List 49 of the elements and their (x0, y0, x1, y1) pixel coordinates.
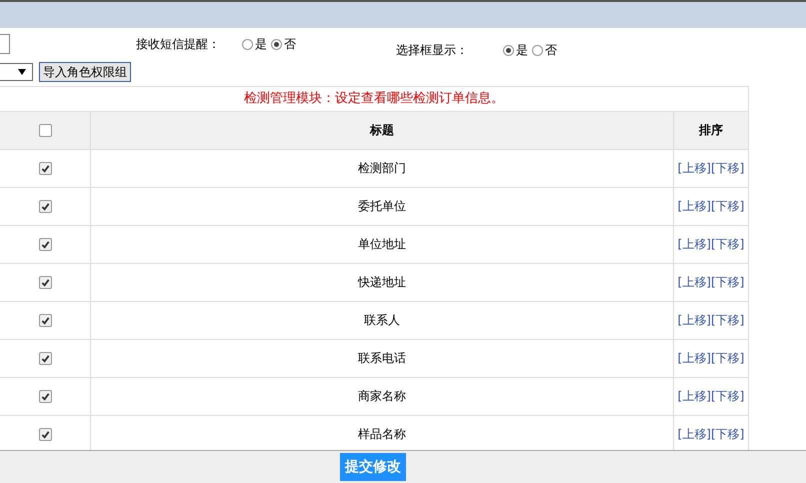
move-down-link[interactable]: [下移] (711, 350, 744, 367)
column-header: 标题 (370, 122, 394, 139)
row-checkbox[interactable] (38, 428, 52, 441)
import-button[interactable]: 导入角色权限组 (39, 62, 131, 82)
table-cell: 快递地址 (358, 274, 406, 291)
table-cell: 检测部门 (358, 160, 406, 177)
column-header: 排序 (699, 122, 723, 139)
move-down-link[interactable]: [下移] (711, 426, 744, 443)
table-cell: 样品名称 (358, 426, 406, 443)
setting-label: 选择框显示： (396, 42, 469, 58)
radio-label: 是 (255, 36, 267, 52)
move-up-link[interactable]: [上移] (678, 312, 711, 329)
move-down-link[interactable]: [下移] (711, 236, 744, 253)
move-down-link[interactable]: [下移] (711, 160, 744, 177)
table-cell: 联系电话 (358, 350, 406, 367)
move-up-link[interactable]: [上移] (678, 274, 711, 291)
dropdown[interactable] (0, 63, 33, 81)
setting-label: 接收短信提醒： (136, 36, 221, 52)
move-down-link[interactable]: [下移] (711, 198, 744, 215)
move-down-link[interactable]: [下移] (711, 388, 744, 405)
move-up-link[interactable]: [上移] (678, 388, 711, 405)
table-cell: 委托单位 (358, 198, 406, 215)
move-up-link[interactable]: [上移] (678, 236, 711, 253)
caret-icon (18, 69, 26, 75)
move-up-link[interactable]: [上移] (678, 160, 711, 177)
radio-label: 否 (545, 42, 557, 58)
radio-label: 否 (284, 36, 296, 52)
move-down-link[interactable]: [下移] (711, 312, 744, 329)
row-checkbox[interactable] (38, 238, 52, 251)
radio-button[interactable] (503, 44, 514, 56)
row-checkbox[interactable] (38, 200, 52, 213)
move-down-link[interactable]: [下移] (711, 274, 744, 291)
table-cell: 联系人 (364, 312, 400, 329)
table-cell: 单位地址 (358, 236, 406, 253)
radio-button[interactable] (271, 38, 282, 50)
row-checkbox[interactable] (38, 162, 52, 175)
move-up-link[interactable]: [上移] (678, 198, 711, 215)
row-checkbox[interactable] (38, 276, 52, 289)
select-all-checkbox[interactable] (38, 124, 52, 137)
radio-button[interactable] (532, 44, 543, 56)
move-up-link[interactable]: [上移] (678, 426, 711, 443)
table-caption: 检测管理模块：设定查看哪些检测订单信息。 (243, 90, 505, 108)
row-checkbox[interactable] (38, 314, 52, 327)
radio-label: 是 (516, 42, 528, 58)
row-checkbox[interactable] (38, 390, 52, 403)
move-up-link[interactable]: [上移] (678, 350, 711, 367)
row-checkbox[interactable] (38, 352, 52, 365)
radio-button[interactable] (242, 38, 253, 50)
table-cell: 商家名称 (358, 388, 406, 405)
